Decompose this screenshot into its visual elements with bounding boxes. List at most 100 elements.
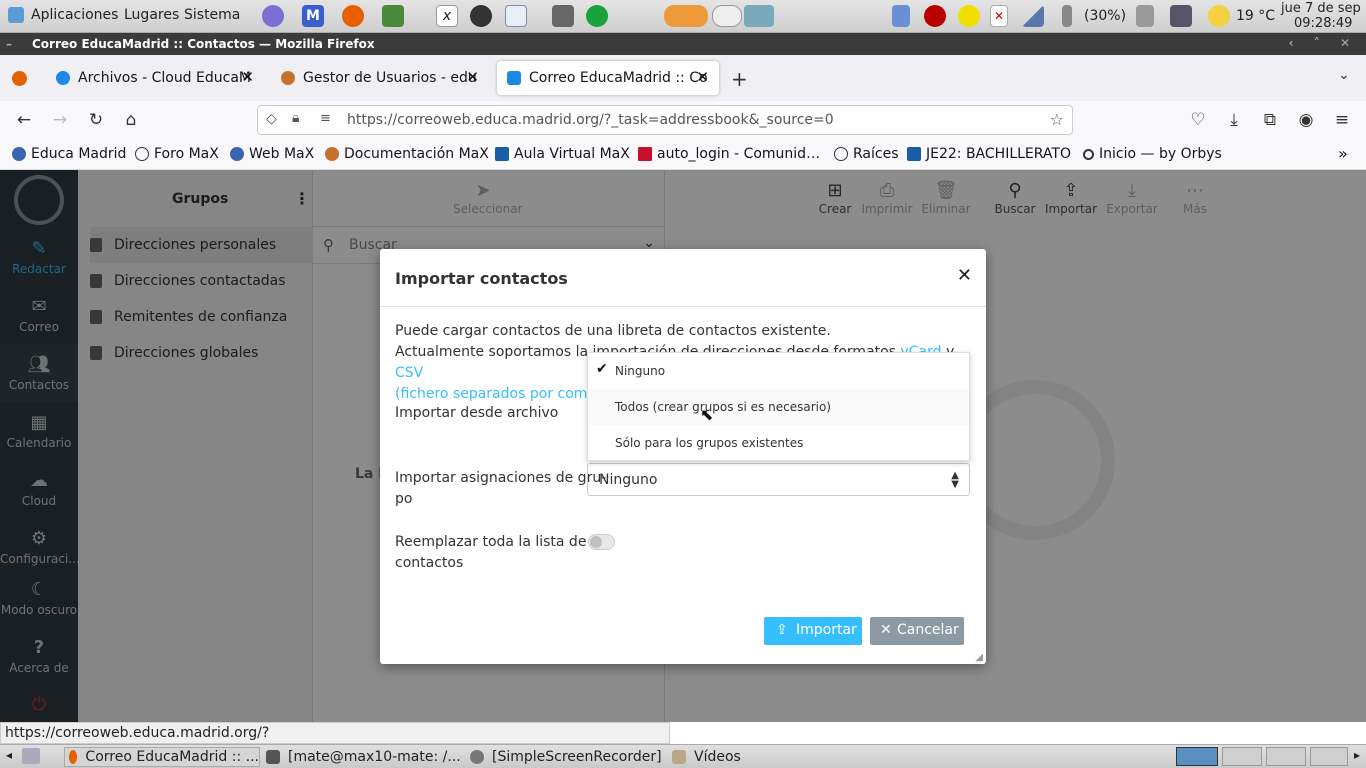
launcher-icon[interactable]: [470, 5, 492, 27]
volume-icon[interactable]: [1136, 5, 1154, 27]
launcher-icon[interactable]: [262, 5, 284, 27]
menu-aplicaciones[interactable]: Aplicaciones: [31, 7, 118, 23]
replace-toggle[interactable]: [588, 534, 615, 550]
close-icon: ✕: [880, 622, 892, 638]
bookmark-item[interactable]: Inicio — by Orbys: [1083, 146, 1222, 162]
workspace-2[interactable]: [1222, 747, 1262, 766]
monitor-icon[interactable]: [1170, 5, 1192, 27]
launcher-icon[interactable]: [552, 5, 574, 27]
window-title: Correo EducaMadrid :: Contactos — Mozill…: [32, 37, 375, 51]
taskbar-item[interactable]: [mate@max10-mate: /...: [266, 747, 461, 767]
launcher-icon[interactable]: [664, 5, 708, 27]
back-icon[interactable]: ←: [14, 110, 34, 130]
bookmark-item[interactable]: Educa Madrid: [12, 146, 126, 162]
taskbar-item[interactable]: Correo EducaMadrid :: ...: [64, 747, 260, 767]
extensions-icon[interactable]: ⧉: [1260, 110, 1280, 130]
launcher-icon[interactable]: [586, 5, 608, 27]
taskbar-item[interactable]: [SimpleScreenRecorder]: [470, 747, 662, 767]
tab-gestor-usuarios[interactable]: Gestor de Usuarios - edu ✕: [271, 61, 489, 95]
launcher-icon[interactable]: [712, 5, 742, 27]
download-icon[interactable]: ⤓: [1224, 110, 1244, 130]
desktop-icon[interactable]: [22, 748, 40, 764]
terminal-icon: [266, 750, 280, 764]
network-icon[interactable]: [1022, 5, 1044, 27]
dropdown-option-ninguno[interactable]: ✔ Ninguno: [588, 353, 969, 389]
url-bar[interactable]: ◇ 🔒︎ ≡ https://correoweb.educa.madrid.or…: [257, 105, 1073, 135]
bookmarks-toolbar: Educa Madrid Foro MaX Web MaX Documentac…: [0, 139, 1366, 170]
tab-correo[interactable]: Correo EducaMadrid :: Co ✕: [497, 61, 719, 95]
bookmark-item[interactable]: Web MaX: [230, 146, 314, 162]
tab-cloud[interactable]: Archivos - Cloud EducaM ✕: [46, 61, 264, 95]
clock-date[interactable]: jue 7 de sep: [1281, 1, 1361, 16]
option-label: Sólo para los grupos existentes: [615, 436, 804, 450]
dropdown-option-solo-existentes[interactable]: Sólo para los grupos existentes: [588, 425, 969, 461]
chevron-right-icon[interactable]: »: [1338, 144, 1348, 163]
weather-icon: [1208, 5, 1230, 27]
launcher-icon[interactable]: x: [436, 5, 458, 27]
reload-icon[interactable]: ↻: [86, 110, 106, 130]
list-tabs-icon[interactable]: ⌄: [1338, 67, 1350, 83]
shield-icon[interactable]: ◇: [266, 111, 277, 127]
warning-icon[interactable]: [958, 5, 980, 27]
close-icon[interactable]: ✕: [696, 68, 709, 86]
show-desktop-icon[interactable]: ◂: [6, 748, 12, 762]
workspace-3[interactable]: [1266, 747, 1306, 766]
option-label: Todos (crear grupos si es necesario): [615, 400, 831, 414]
account-icon[interactable]: ◉: [1296, 110, 1316, 130]
tab-label: Archivos - Cloud EducaM: [78, 70, 251, 86]
bookmark-item[interactable]: Raíces: [834, 146, 899, 162]
firefox-view-icon[interactable]: [12, 71, 27, 86]
home-icon[interactable]: ⌂: [121, 110, 141, 130]
new-tab-button[interactable]: +: [731, 67, 748, 91]
link-status-tooltip: https://correoweb.educa.madrid.org/?_tas…: [0, 722, 670, 761]
window-titlebar: – Correo EducaMadrid :: Contactos — Mozi…: [0, 33, 1366, 55]
record-icon[interactable]: [924, 5, 946, 27]
recorder-icon: [470, 750, 484, 764]
close-icon[interactable]: ✕: [466, 68, 479, 86]
tab-label: Gestor de Usuarios - edu: [303, 70, 477, 86]
cancel-button[interactable]: ✕ Cancelar: [870, 617, 964, 645]
close-icon[interactable]: ✕: [241, 68, 254, 86]
bookmark-item[interactable]: auto_login - Comunid…: [638, 146, 820, 162]
csv-link[interactable]: CSV: [395, 365, 423, 381]
firefox-launcher-icon[interactable]: [342, 5, 364, 27]
pocket-icon[interactable]: ♡: [1188, 110, 1208, 130]
taskbar-item[interactable]: Vídeos: [672, 747, 741, 767]
group-assign-select[interactable]: Ninguno ▲ ▼: [587, 463, 970, 496]
system-top-panel: Aplicaciones Lugares Sistema M x ✕ (30%)…: [0, 0, 1366, 33]
checkmark-icon: ✔: [596, 361, 608, 377]
bookmark-item[interactable]: JE22: BACHILLERATO: [907, 146, 1071, 162]
import-button[interactable]: ⇪ Importar: [764, 617, 862, 645]
lock-icon[interactable]: 🔒︎: [292, 110, 299, 126]
bookmark-star-icon[interactable]: ☆: [1050, 110, 1064, 129]
select-value: Ninguno: [599, 472, 658, 488]
hamburger-menu-icon[interactable]: ≡: [1332, 110, 1352, 130]
menu-sistema[interactable]: Sistema: [184, 7, 240, 23]
bookmark-item[interactable]: Documentación MaX: [325, 146, 489, 162]
launcher-icon[interactable]: [744, 5, 774, 27]
dropdown-option-todos[interactable]: Todos (crear grupos si es necesario): [588, 389, 969, 425]
launcher-icon[interactable]: M: [302, 5, 324, 27]
workspace-1[interactable]: [1176, 747, 1218, 766]
bookmark-item[interactable]: Foro MaX: [135, 146, 219, 162]
dropbox-icon[interactable]: [892, 5, 910, 27]
window-controls-icon[interactable]: ‹ ˄ ✕: [1289, 36, 1358, 50]
menu-lugares[interactable]: Lugares: [124, 7, 179, 23]
window-menu-icon[interactable]: –: [6, 37, 12, 51]
forward-icon[interactable]: →: [50, 110, 70, 130]
url-text[interactable]: https://correoweb.educa.madrid.org/?_tas…: [347, 112, 834, 128]
close-icon[interactable]: ✕: [957, 265, 972, 286]
chevron-right-icon[interactable]: ▸: [1354, 748, 1360, 762]
permissions-icon[interactable]: ≡: [320, 111, 331, 126]
workspace-4[interactable]: [1310, 747, 1348, 766]
apps-menu-icon[interactable]: [8, 7, 24, 23]
bookmark-label: Aula Virtual MaX: [514, 146, 630, 162]
launcher-icon[interactable]: [505, 5, 527, 27]
resize-handle-icon[interactable]: ◢: [975, 652, 983, 663]
launcher-icon[interactable]: [382, 5, 404, 27]
gestor-icon: [281, 71, 295, 85]
clock-time[interactable]: 09:28:49: [1294, 16, 1352, 31]
file-select-dropdown[interactable]: ✔ Ninguno Todos (crear grupos si es nece…: [587, 352, 970, 461]
close-icon[interactable]: ✕: [990, 5, 1008, 27]
bookmark-item[interactable]: Aula Virtual MaX: [495, 146, 630, 162]
